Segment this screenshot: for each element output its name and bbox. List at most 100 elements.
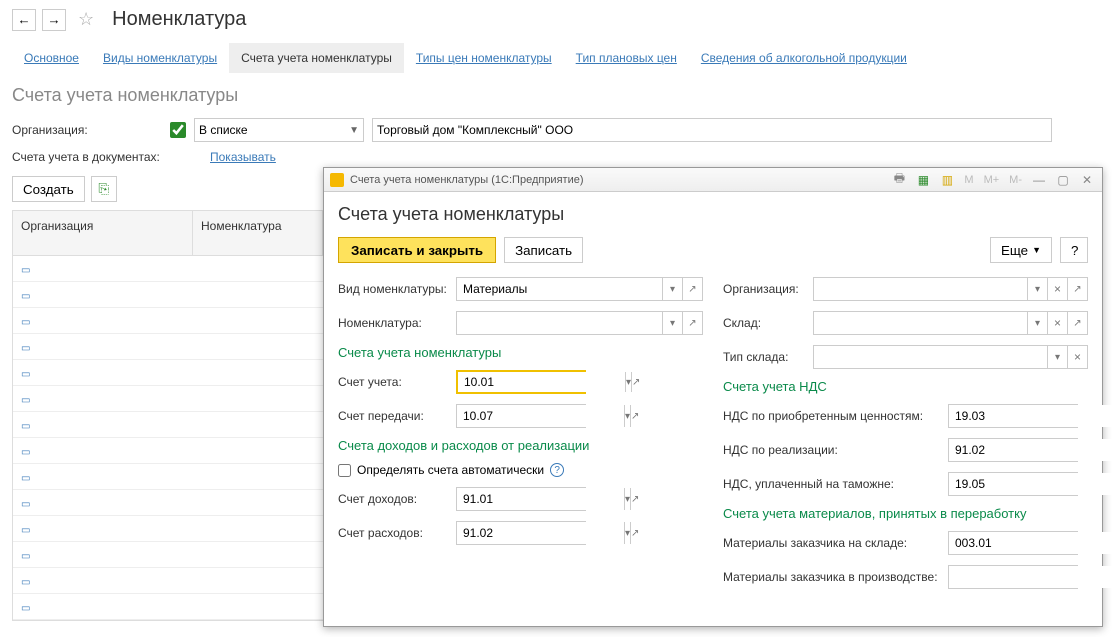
tabs-bar: Основное Виды номенклатуры Счета учета н… [0, 39, 1115, 73]
docs-filter-link[interactable]: Показывать [210, 150, 276, 164]
org-input[interactable]: ▾ × ↗ [813, 277, 1088, 301]
dropdown-arrow-icon: ▼ [349, 125, 359, 136]
print-icon[interactable]: 🖶 [890, 171, 908, 189]
section-materials: Счета учета материалов, принятых в перер… [723, 506, 1088, 521]
open-icon[interactable]: ↗ [630, 488, 639, 510]
vat-cust-input[interactable]: ▾ ↗ [948, 472, 1078, 496]
open-icon[interactable]: ↗ [1067, 312, 1087, 334]
org-filter-value-text: Торговый дом "Комплексный" ООО [377, 123, 573, 137]
row-icon: ▭ [21, 603, 30, 614]
whtype-input[interactable]: ▾ × [813, 345, 1088, 369]
open-icon[interactable]: ↗ [631, 372, 640, 392]
trans-input[interactable]: ▾ ↗ [456, 404, 586, 428]
tab-alcohol[interactable]: Сведения об алкогольной продукции [689, 43, 919, 73]
open-icon[interactable]: ↗ [630, 522, 639, 544]
expense-field[interactable] [457, 522, 624, 544]
tab-main[interactable]: Основное [12, 43, 91, 73]
nom-input[interactable]: ▾ ↗ [456, 311, 703, 335]
dropdown-icon[interactable]: ▾ [1027, 278, 1047, 300]
mat-prod-field[interactable] [949, 566, 1115, 588]
favorite-star-icon[interactable]: ☆ [78, 9, 94, 30]
th-organization[interactable]: Организация [13, 211, 193, 255]
dropdown-icon[interactable]: ▾ [1047, 346, 1067, 368]
maximize-icon[interactable]: ▢ [1054, 171, 1072, 189]
expense-label: Счет расходов: [338, 526, 456, 540]
app-1c-icon [330, 173, 344, 187]
vat-cust-field[interactable] [949, 473, 1115, 495]
whtype-field[interactable] [814, 346, 1047, 368]
acct-label: Счет учета: [338, 375, 456, 389]
wh-field[interactable] [814, 312, 1027, 334]
mat-wh-input[interactable]: ▾ ↗ [948, 531, 1078, 555]
vid-label: Вид номенклатуры: [338, 282, 456, 296]
wh-label: Склад: [723, 316, 813, 330]
row-icon: ▭ [21, 447, 30, 458]
clear-icon[interactable]: × [1047, 312, 1067, 334]
mat-prod-input[interactable]: ▾ ↗ [948, 565, 1078, 589]
tab-plan-price[interactable]: Тип плановых цен [564, 43, 689, 73]
modal-window-title: Счета учета номенклатуры (1С:Предприятие… [350, 174, 884, 186]
save-close-button[interactable]: Записать и закрыть [338, 237, 496, 263]
section-income-expense: Счета доходов и расходов от реализации [338, 438, 703, 453]
row-icon: ▭ [21, 291, 30, 302]
tab-types[interactable]: Виды номенклатуры [91, 43, 229, 73]
row-icon: ▭ [21, 395, 30, 406]
memory-mplus[interactable]: M+ [982, 174, 1002, 186]
open-icon[interactable]: ↗ [630, 405, 639, 427]
modal-heading: Счета учета номенклатуры [338, 204, 1088, 225]
save-button[interactable]: Записать [504, 237, 583, 263]
vat-real-field[interactable] [949, 439, 1115, 461]
minimize-icon[interactable]: — [1030, 171, 1048, 189]
row-icon: ▭ [21, 551, 30, 562]
clear-icon[interactable]: × [1067, 346, 1087, 368]
org-filter-mode[interactable]: В списке ▼ [194, 118, 364, 142]
nom-label: Номенклатура: [338, 316, 456, 330]
org-field[interactable] [814, 278, 1027, 300]
org-filter-mode-text: В списке [199, 123, 248, 137]
vid-field[interactable] [457, 278, 662, 300]
grid-icon[interactable]: ▦ [914, 171, 932, 189]
income-field[interactable] [457, 488, 624, 510]
trans-field[interactable] [457, 405, 624, 427]
clear-icon[interactable]: × [1047, 278, 1067, 300]
vat-acq-label: НДС по приобретенным ценностям: [723, 409, 948, 423]
open-icon[interactable]: ↗ [682, 312, 702, 334]
copy-button[interactable]: ⎘ [91, 176, 117, 202]
vat-acq-input[interactable]: ▾ ↗ [948, 404, 1078, 428]
close-icon[interactable]: ✕ [1078, 171, 1096, 189]
auto-check[interactable] [338, 464, 351, 477]
income-input[interactable]: ▾ ↗ [456, 487, 586, 511]
nom-field[interactable] [457, 312, 662, 334]
wh-input[interactable]: ▾ × ↗ [813, 311, 1088, 335]
dropdown-icon[interactable]: ▾ [662, 312, 682, 334]
memory-m[interactable]: M [962, 174, 975, 186]
create-button[interactable]: Создать [12, 176, 85, 202]
mat-wh-field[interactable] [949, 532, 1115, 554]
open-icon[interactable]: ↗ [1067, 278, 1087, 300]
help-button[interactable]: ? [1060, 237, 1088, 263]
dropdown-icon[interactable]: ▾ [1027, 312, 1047, 334]
dropdown-icon[interactable]: ▾ [662, 278, 682, 300]
tab-accounts[interactable]: Счета учета номенклатуры [229, 43, 404, 73]
auto-label: Определять счета автоматически [357, 463, 544, 477]
modal-titlebar[interactable]: Счета учета номенклатуры (1С:Предприятие… [324, 168, 1102, 192]
open-icon[interactable]: ↗ [682, 278, 702, 300]
vat-acq-field[interactable] [949, 405, 1115, 427]
docs-filter-label: Счета учета в документах: [12, 150, 202, 164]
forward-button[interactable]: → [42, 9, 66, 31]
memory-mminus[interactable]: M- [1007, 174, 1024, 186]
acct-field[interactable] [458, 372, 625, 392]
tab-price-types[interactable]: Типы цен номенклатуры [404, 43, 564, 73]
help-icon[interactable]: ? [550, 463, 564, 477]
org-filter-value[interactable]: Торговый дом "Комплексный" ООО [372, 118, 1052, 142]
back-button[interactable]: ← [12, 9, 36, 31]
calendar-icon[interactable]: ▥ [938, 171, 956, 189]
expense-input[interactable]: ▾ ↗ [456, 521, 586, 545]
vid-input[interactable]: ▾ ↗ [456, 277, 703, 301]
more-button[interactable]: Еще▼ [990, 237, 1052, 263]
row-icon: ▭ [21, 499, 30, 510]
vat-real-input[interactable]: ▾ ↗ [948, 438, 1078, 462]
acct-input[interactable]: ▾ ↗ [456, 370, 586, 394]
th-nomenclature[interactable]: Номенклатура [193, 211, 323, 255]
org-filter-checkbox[interactable] [170, 122, 186, 138]
